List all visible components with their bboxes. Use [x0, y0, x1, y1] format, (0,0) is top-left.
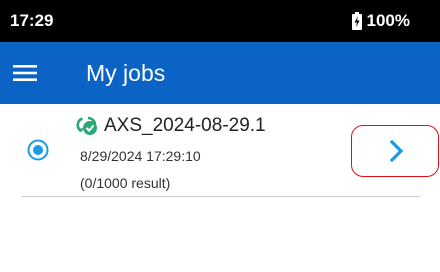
job-results-count: (0/1000 result)	[80, 175, 171, 191]
open-job-button[interactable]	[351, 125, 439, 177]
battery-status: 100%	[351, 11, 410, 30]
job-date: 8/29/2024 17:29:10	[80, 148, 201, 164]
job-name: AXS_2024-08-29.1	[104, 115, 266, 136]
job-select-radio[interactable]	[27, 139, 49, 161]
chevron-right-icon	[389, 139, 404, 163]
battery-percentage: 100%	[366, 11, 410, 30]
status-bar: 17:29 100%	[0, 0, 440, 42]
page-title: My jobs	[86, 60, 166, 86]
sync-check-icon	[76, 116, 97, 135]
app-bar: My jobs	[0, 42, 440, 104]
status-time: 17:29	[10, 11, 54, 30]
battery-charging-icon	[351, 12, 362, 30]
hamburger-menu-icon[interactable]	[10, 59, 40, 87]
job-title: AXS_2024-08-29.1	[74, 114, 266, 138]
list-divider	[22, 196, 420, 197]
